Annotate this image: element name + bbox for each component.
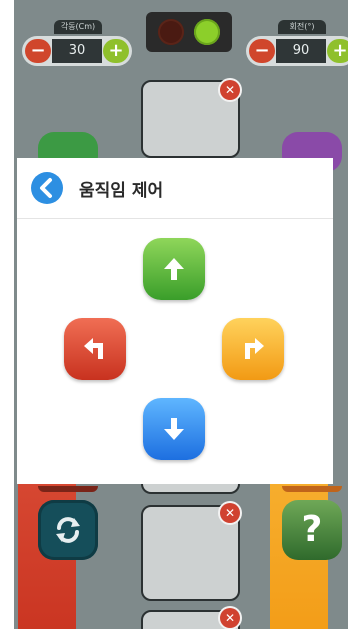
motion-control-dialog: 움직임 제어 — [17, 158, 333, 484]
turn-right-icon — [245, 338, 264, 359]
green-light-icon — [194, 19, 220, 45]
distance-plus-button[interactable]: + — [103, 39, 129, 63]
red-command-button[interactable] — [38, 486, 98, 492]
move-backward-button[interactable] — [143, 398, 205, 460]
move-forward-button[interactable] — [143, 238, 205, 300]
refresh-icon — [56, 517, 80, 543]
turn-left-icon — [84, 338, 103, 359]
chevron-left-icon — [40, 178, 52, 198]
back-button[interactable] — [31, 172, 63, 204]
rotation-stepper: 회전(°) − 90 + — [246, 20, 348, 70]
red-light-icon — [158, 19, 184, 45]
turn-left-button[interactable] — [64, 318, 126, 380]
arrow-down-icon — [164, 418, 184, 440]
rotation-plus-button[interactable]: + — [327, 39, 348, 63]
refresh-button[interactable] — [38, 500, 98, 560]
slot-3-close-icon[interactable]: ✕ — [220, 503, 240, 523]
rotation-value: 90 — [276, 39, 326, 63]
dialog-header: 움직임 제어 — [17, 158, 333, 219]
rotation-minus-button[interactable]: − — [249, 39, 275, 63]
distance-bar: − 30 + — [22, 36, 132, 66]
rotation-bar: − 90 + — [246, 36, 348, 66]
arrow-up-icon — [164, 258, 184, 280]
orange-command-button[interactable] — [282, 486, 342, 492]
distance-caption: 각동(Cm) — [54, 20, 102, 34]
distance-minus-button[interactable]: − — [25, 39, 51, 63]
rotation-caption: 회전(°) — [278, 20, 326, 34]
distance-stepper: 각동(Cm) − 30 + — [22, 20, 132, 70]
turn-right-button[interactable] — [222, 318, 284, 380]
traffic-light — [146, 12, 232, 52]
help-button[interactable]: ? — [282, 500, 342, 560]
slot-1-close-icon[interactable]: ✕ — [220, 80, 240, 100]
dialog-title: 움직임 제어 — [79, 181, 164, 201]
distance-value: 30 — [52, 39, 102, 63]
slot-4-close-icon[interactable]: ✕ — [220, 608, 240, 628]
